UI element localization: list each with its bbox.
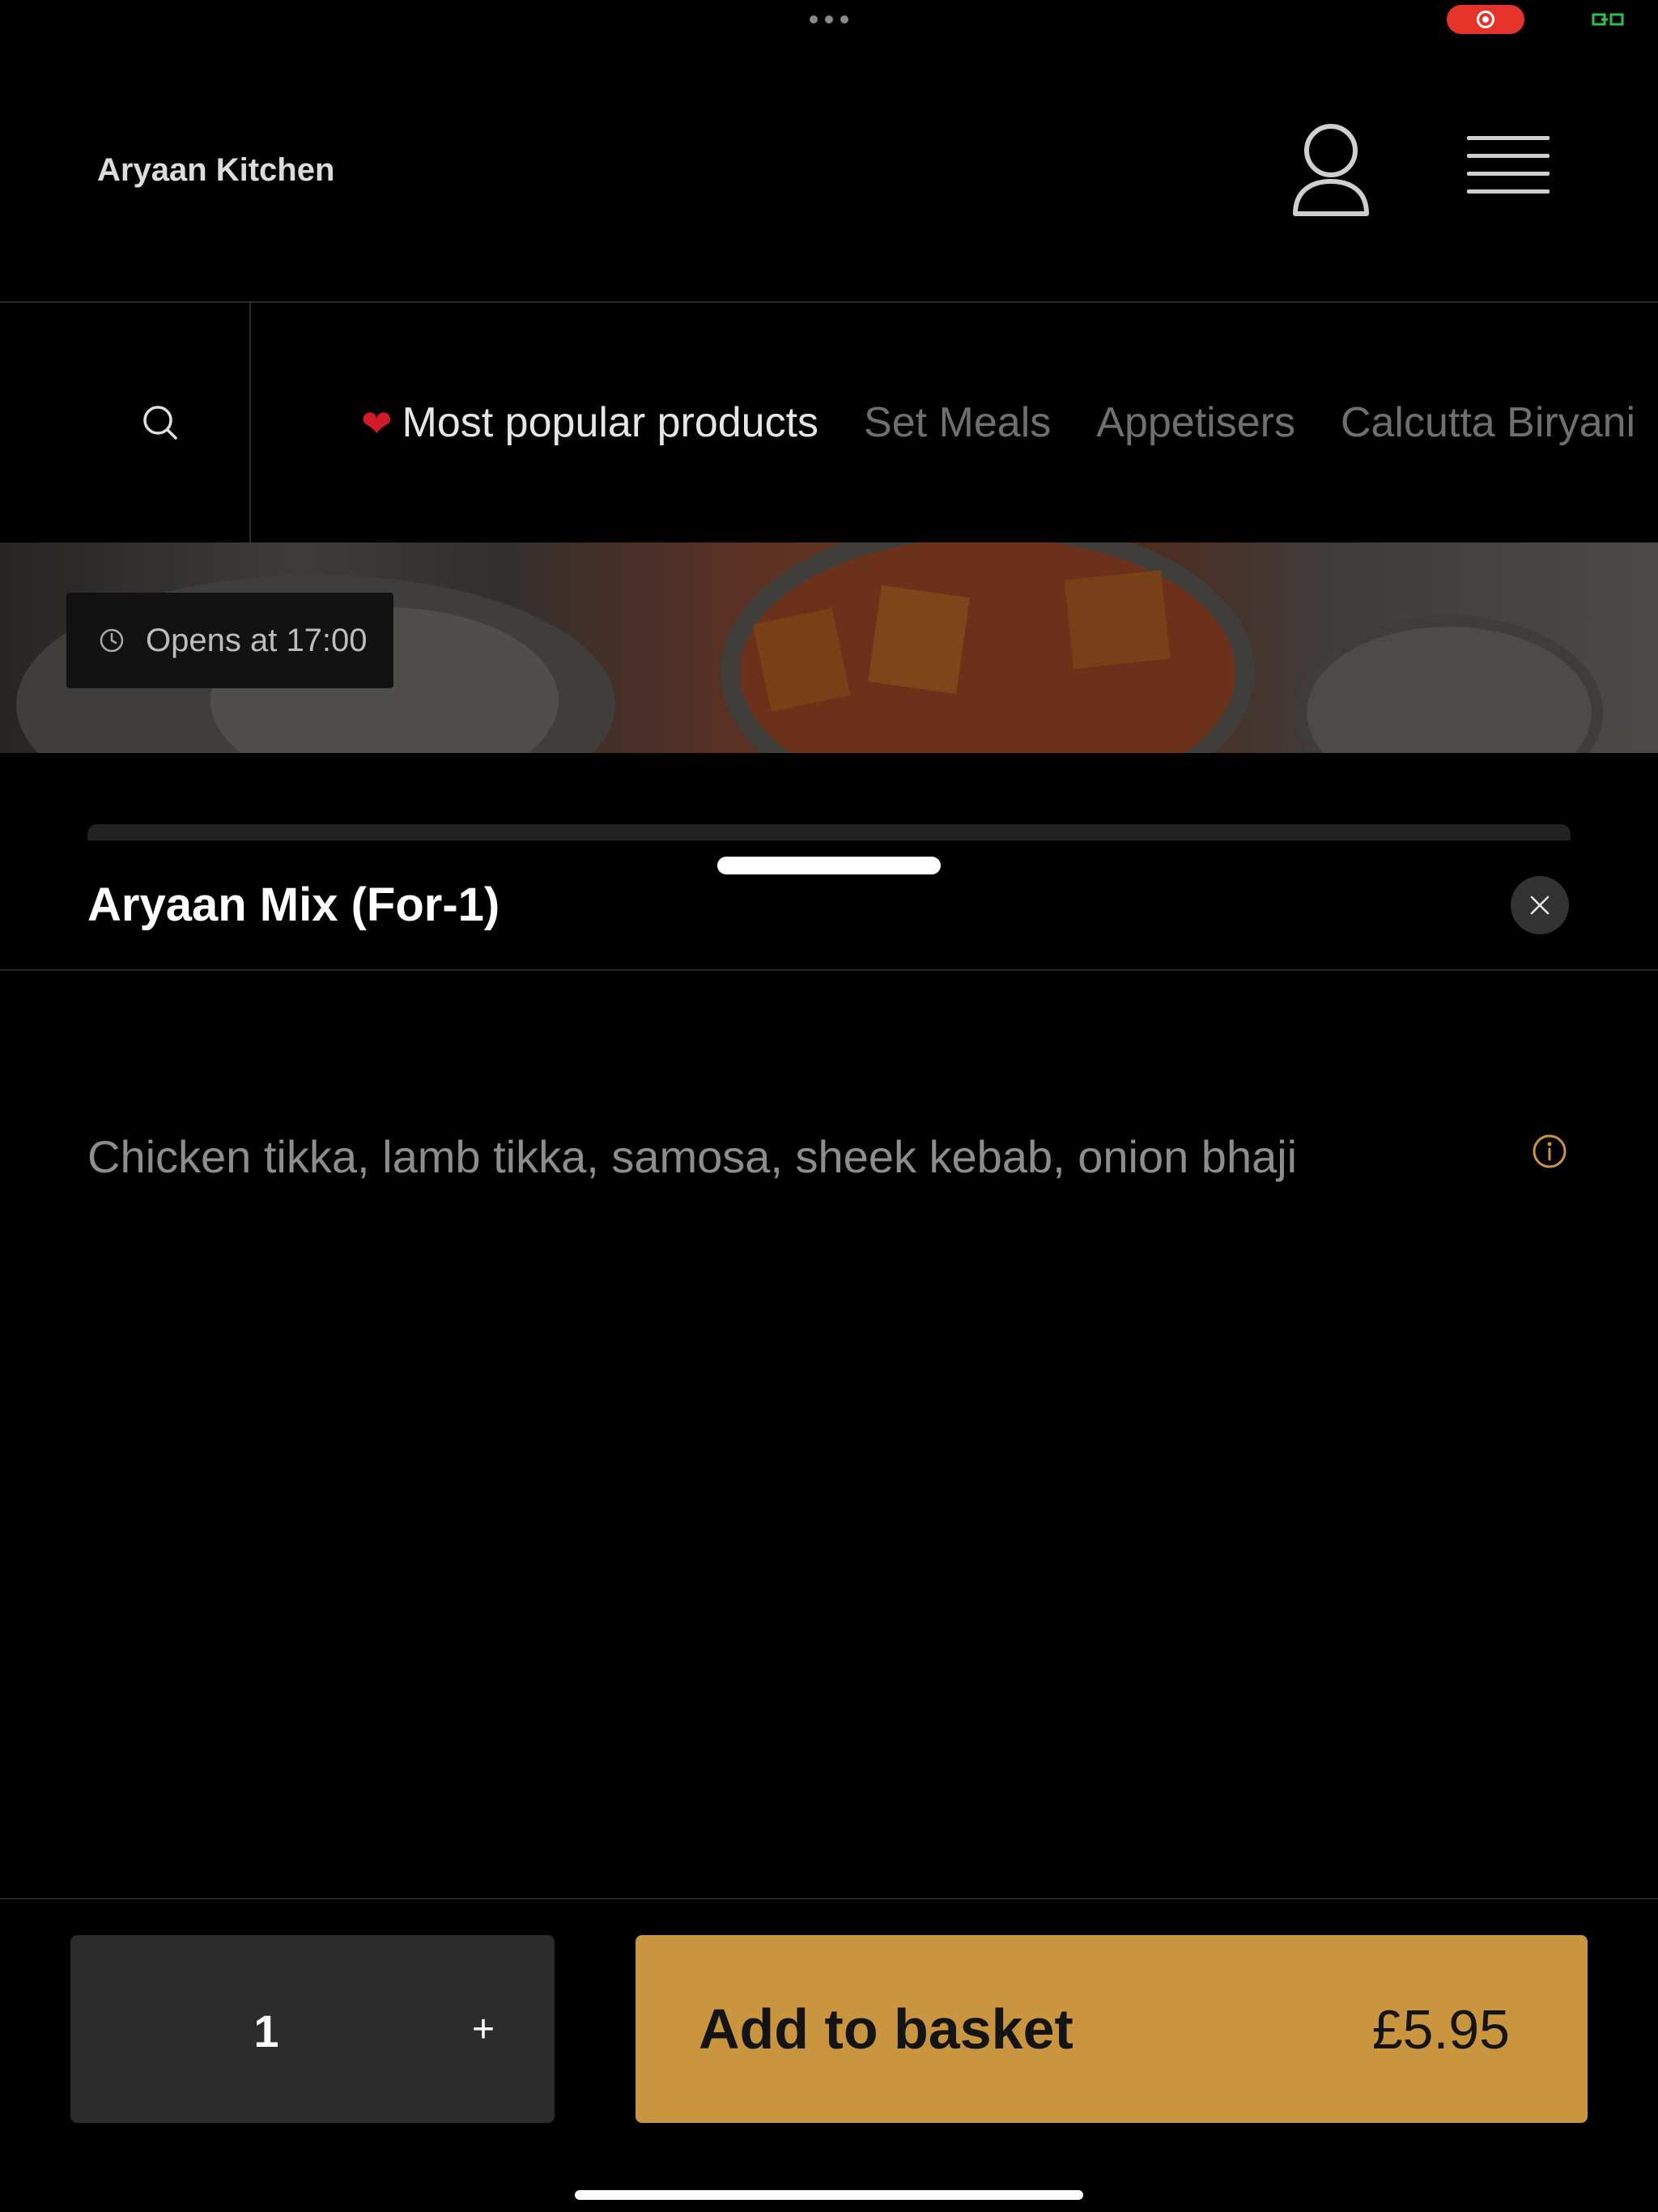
info-icon[interactable] (1532, 1134, 1567, 1169)
home-indicator[interactable] (575, 2190, 1083, 2200)
quantity-stepper: 1 + (70, 1935, 555, 2123)
quantity-value: 1 (253, 2006, 279, 2057)
category-nav: ❤ Most popular products Set Meals Appetis… (0, 303, 1658, 542)
divider (0, 1898, 1658, 1899)
close-icon (1530, 895, 1550, 915)
search-button[interactable] (0, 303, 251, 542)
product-sheet: Aryaan Mix (For-1) Chicken tikka, lamb t… (0, 840, 1658, 2212)
tab-most-popular[interactable]: ❤ Most popular products (361, 398, 818, 447)
opening-time-text: Opens at 17:00 (146, 622, 368, 658)
tab-appetisers[interactable]: Appetisers (1096, 398, 1295, 447)
tab-label: Most popular products (402, 399, 819, 446)
hero-food-image: Opens at 17:00 (0, 542, 1658, 753)
increase-quantity-button[interactable]: + (449, 1995, 517, 2063)
category-tabs: ❤ Most popular products Set Meals Appetis… (361, 398, 1635, 447)
user-account-icon[interactable] (1289, 121, 1373, 219)
tab-set-meals[interactable]: Set Meals (864, 398, 1051, 447)
sheet-grabber[interactable] (717, 857, 941, 874)
heart-icon: ❤ (361, 402, 393, 445)
close-button[interactable] (1511, 876, 1569, 934)
brand-name[interactable]: Aryaan Kitchen (97, 152, 334, 189)
add-to-basket-button[interactable]: Add to basket £5.95 (636, 1935, 1588, 2123)
product-title: Aryaan Mix (For-1) (87, 878, 500, 931)
product-description: Chicken tikka, lamb tikka, samosa, sheek… (87, 1131, 1298, 1182)
hamburger-menu-icon[interactable] (1467, 136, 1550, 206)
product-price: £5.95 (1371, 1999, 1510, 2061)
tab-calcutta-biryani[interactable]: Calcutta Biryani (1341, 398, 1635, 447)
app-header: Aryaan Kitchen (0, 0, 1658, 303)
search-icon (143, 406, 177, 440)
add-to-basket-label: Add to basket (699, 1997, 1073, 2061)
opening-time-badge: Opens at 17:00 (66, 593, 393, 688)
clock-icon (100, 628, 124, 653)
divider (0, 969, 1658, 971)
